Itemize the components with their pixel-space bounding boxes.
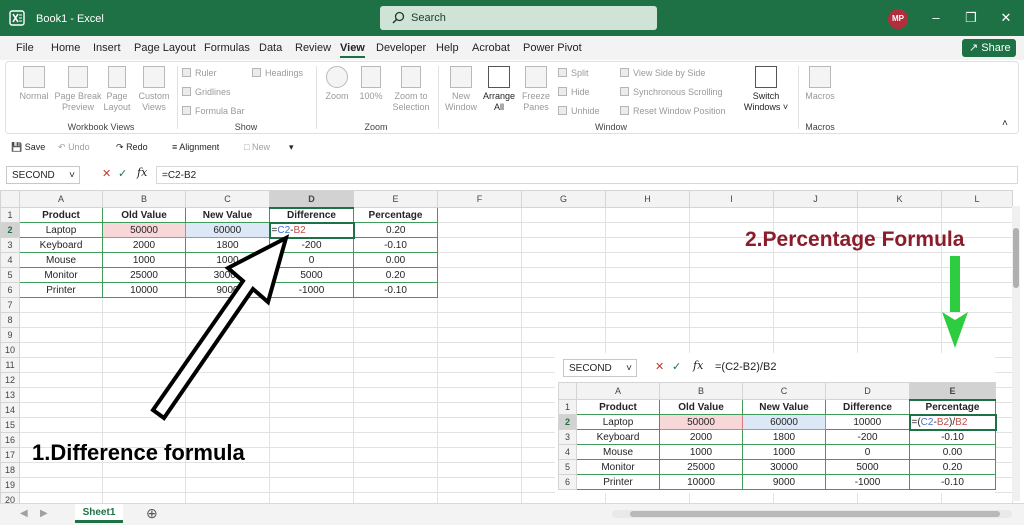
prev-sheet-icon[interactable]: ◀ bbox=[20, 508, 28, 519]
percentage-formula-annotation: 2.Percentage Formula bbox=[745, 228, 965, 251]
black-arrow bbox=[150, 234, 290, 421]
vertical-scrollbar[interactable] bbox=[1012, 206, 1020, 501]
sheet-tab[interactable]: Sheet1 bbox=[75, 504, 123, 523]
horizontal-scrollbar[interactable] bbox=[612, 510, 1012, 518]
scrollbar-thumb[interactable] bbox=[1013, 228, 1019, 288]
green-arrow bbox=[942, 256, 968, 348]
next-sheet-icon[interactable]: ▶ bbox=[40, 508, 48, 519]
difference-formula-annotation: 1.Difference formula bbox=[32, 440, 245, 465]
scrollbar-thumb[interactable] bbox=[630, 511, 1000, 517]
add-sheet-icon[interactable]: ⊕ bbox=[146, 505, 158, 522]
sheet-tab-bar: ◀ ▶ Sheet1 ⊕ bbox=[0, 503, 1024, 525]
